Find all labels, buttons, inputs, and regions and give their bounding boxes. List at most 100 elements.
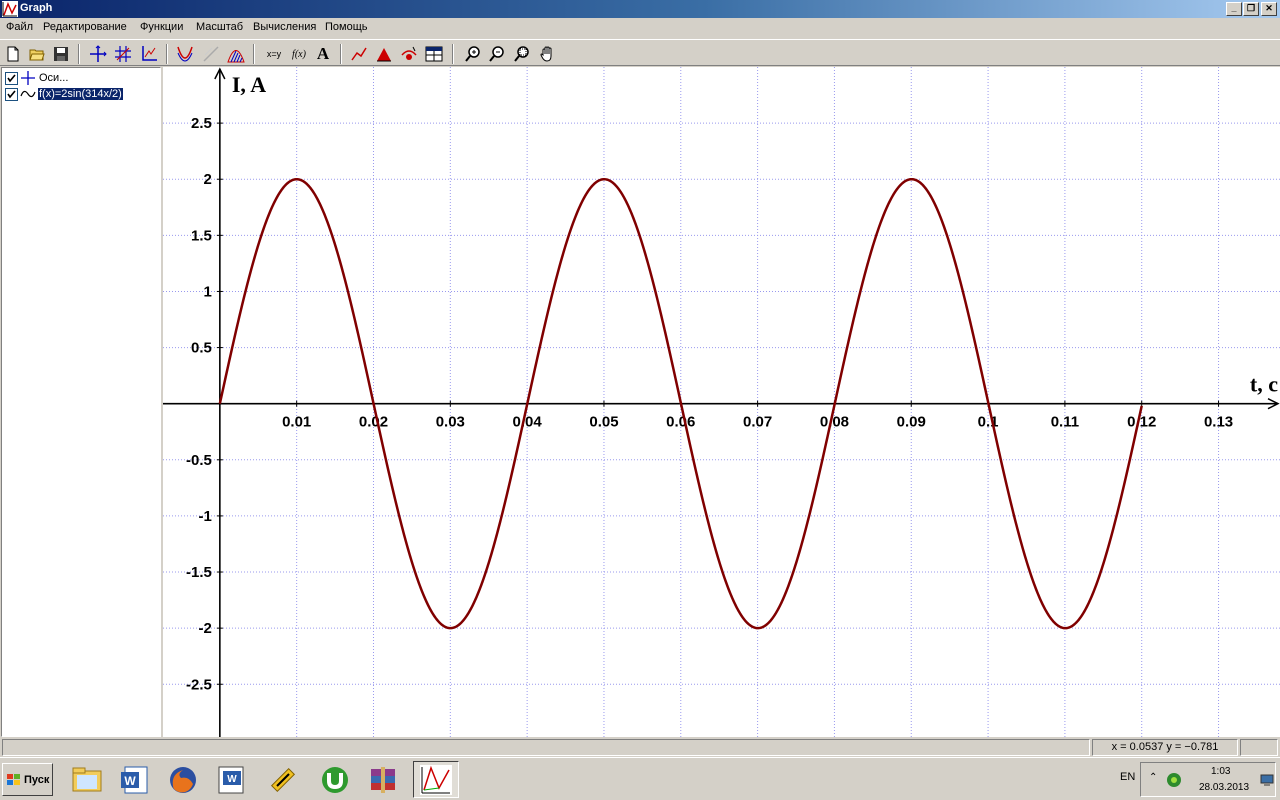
x-tick-label: 0.07 bbox=[743, 414, 772, 431]
tangent-icon[interactable] bbox=[200, 43, 222, 65]
firefox-icon[interactable] bbox=[162, 761, 204, 798]
cursor-coordinates: x = 0.0537 y = −0.781 bbox=[1092, 739, 1238, 756]
status-bar: x = 0.0537 y = −0.781 bbox=[0, 738, 1280, 757]
pinnacle-icon[interactable] bbox=[262, 761, 304, 798]
svg-text:W: W bbox=[227, 774, 237, 785]
menu-functions[interactable]: Функции bbox=[140, 21, 183, 33]
explorer-icon[interactable] bbox=[66, 761, 108, 798]
show-desktop-icon[interactable] bbox=[1260, 774, 1274, 786]
hand-icon[interactable] bbox=[537, 43, 559, 65]
x-axis-label: t, c bbox=[1250, 372, 1278, 397]
taskbar: Пуск W W EN ⌃ 1:03 28.03.2013 bbox=[0, 757, 1280, 800]
y-tick-label: 2.5 bbox=[191, 115, 212, 132]
shading-icon[interactable] bbox=[225, 43, 247, 65]
x-tick-label: 0.01 bbox=[282, 414, 311, 431]
y-tick-label: 1.5 bbox=[191, 227, 212, 244]
status-pane-main bbox=[2, 739, 1090, 756]
tree-item-function[interactable]: f(x)=2sin(314x/2) bbox=[5, 86, 124, 102]
status-pane-extra bbox=[1240, 739, 1278, 756]
menu-zoom[interactable]: Масштаб bbox=[196, 21, 243, 33]
menu-file[interactable]: Файл bbox=[6, 21, 33, 33]
function-label: f(x)=2sin(314x/2) bbox=[37, 87, 124, 101]
axes-label: Оси... bbox=[39, 72, 69, 84]
toolbar-separator bbox=[166, 44, 168, 64]
system-tray: ⌃ 1:03 28.03.2013 bbox=[1140, 762, 1276, 797]
x-tick-label: 0.05 bbox=[589, 414, 618, 431]
zoom-out-icon[interactable] bbox=[486, 43, 508, 65]
zoom-window-icon[interactable] bbox=[511, 43, 533, 65]
x-tick-label: 0.13 bbox=[1204, 414, 1233, 431]
x-tick-label: 0.06 bbox=[666, 414, 695, 431]
save-icon[interactable] bbox=[50, 43, 72, 65]
start-button[interactable]: Пуск bbox=[2, 763, 53, 796]
y-tick-label: -0.5 bbox=[186, 452, 212, 469]
axes-icon[interactable] bbox=[87, 43, 109, 65]
y-tick-label: 1 bbox=[204, 283, 212, 300]
y-tick-label: -1 bbox=[199, 508, 212, 525]
function-checkbox[interactable] bbox=[5, 87, 18, 101]
toolbar: x=y f(x) A bbox=[0, 39, 1280, 66]
x-tick-label: 0.04 bbox=[513, 414, 543, 431]
word-icon[interactable]: W bbox=[114, 761, 156, 798]
start-label: Пуск bbox=[24, 773, 50, 786]
menu-calc[interactable]: Вычисления bbox=[253, 21, 316, 33]
axes-checkbox[interactable] bbox=[5, 71, 18, 85]
open-icon[interactable] bbox=[26, 43, 48, 65]
show-hidden-icons-icon[interactable]: ⌃ bbox=[1149, 772, 1157, 783]
window-title: Graph bbox=[20, 2, 53, 14]
function-curve-icon bbox=[20, 90, 36, 98]
menu-edit[interactable]: Редактирование bbox=[43, 21, 127, 33]
y-tick-label: 0.5 bbox=[191, 340, 212, 357]
clock-time[interactable]: 1:03 bbox=[1211, 766, 1230, 777]
restore-button[interactable]: ❐ bbox=[1243, 2, 1259, 16]
graph-area[interactable]: 0.01 0.02 0.03 0.04 0.05 0.06 0.07 0.08 0.09 0.1 0… bbox=[163, 67, 1280, 737]
y-tick-label: -1.5 bbox=[186, 564, 212, 581]
y-tick-label: -2 bbox=[199, 620, 212, 637]
x-tick-label: 0.08 bbox=[820, 414, 849, 431]
new-icon[interactable] bbox=[2, 43, 24, 65]
point-series-icon[interactable] bbox=[398, 43, 420, 65]
x-tick-label: 0.02 bbox=[359, 414, 388, 431]
toolbar-separator bbox=[452, 44, 454, 64]
graph-canvas[interactable]: 0.01 0.02 0.03 0.04 0.05 0.06 0.07 0.08 0.09 0.1 0… bbox=[163, 67, 1280, 737]
text-icon[interactable]: A bbox=[312, 43, 334, 65]
clock-date[interactable]: 28.03.2013 bbox=[1199, 782, 1249, 793]
svg-text:W: W bbox=[124, 774, 136, 788]
word-doc-icon[interactable]: W bbox=[210, 761, 252, 798]
function-list-panel: Оси... f(x)=2sin(314x/2) bbox=[1, 67, 161, 737]
graph-task-icon[interactable] bbox=[413, 761, 459, 798]
winrar-icon[interactable] bbox=[362, 761, 404, 798]
x-tick-label: 0.09 bbox=[897, 414, 926, 431]
line-icon[interactable] bbox=[348, 43, 370, 65]
title-bar: Graph _ ❐ ✕ bbox=[0, 0, 1280, 18]
menu-help[interactable]: Помощь bbox=[325, 21, 368, 33]
menu-bar: Файл Редактирование Функции Масштаб Вычи… bbox=[0, 18, 1280, 38]
close-button[interactable]: ✕ bbox=[1261, 2, 1277, 16]
windows-logo-icon bbox=[7, 773, 20, 785]
toolbar-separator bbox=[253, 44, 255, 64]
minimize-button[interactable]: _ bbox=[1226, 2, 1242, 16]
relation-icon[interactable]: x=y bbox=[262, 43, 286, 65]
function-icon[interactable] bbox=[174, 43, 196, 65]
axes-icon bbox=[21, 71, 35, 85]
table-icon[interactable] bbox=[423, 43, 445, 65]
grid-icon[interactable] bbox=[112, 43, 134, 65]
tree-item-axes[interactable]: Оси... bbox=[5, 70, 69, 86]
x-tick-label: 0.12 bbox=[1127, 414, 1156, 431]
x-tick-label: 0.03 bbox=[436, 414, 465, 431]
axes-edit-icon[interactable] bbox=[138, 43, 160, 65]
language-indicator[interactable]: EN bbox=[1120, 771, 1135, 783]
utorrent-icon[interactable] bbox=[314, 761, 356, 798]
x-tick-label: 0.11 bbox=[1051, 414, 1079, 431]
y-tick-label: -2.5 bbox=[186, 676, 212, 693]
toolbar-separator bbox=[78, 44, 80, 64]
x-tick-label: 0.1 bbox=[978, 414, 999, 431]
fx-icon[interactable]: f(x) bbox=[288, 43, 310, 65]
y-tick-label: 2 bbox=[204, 171, 212, 188]
antivirus-icon[interactable] bbox=[1166, 772, 1182, 788]
graph-app-icon bbox=[2, 1, 18, 17]
zoom-in-icon[interactable] bbox=[462, 43, 484, 65]
area-icon[interactable] bbox=[373, 43, 395, 65]
y-axis-label: I, A bbox=[232, 72, 266, 97]
toolbar-separator bbox=[340, 44, 342, 64]
